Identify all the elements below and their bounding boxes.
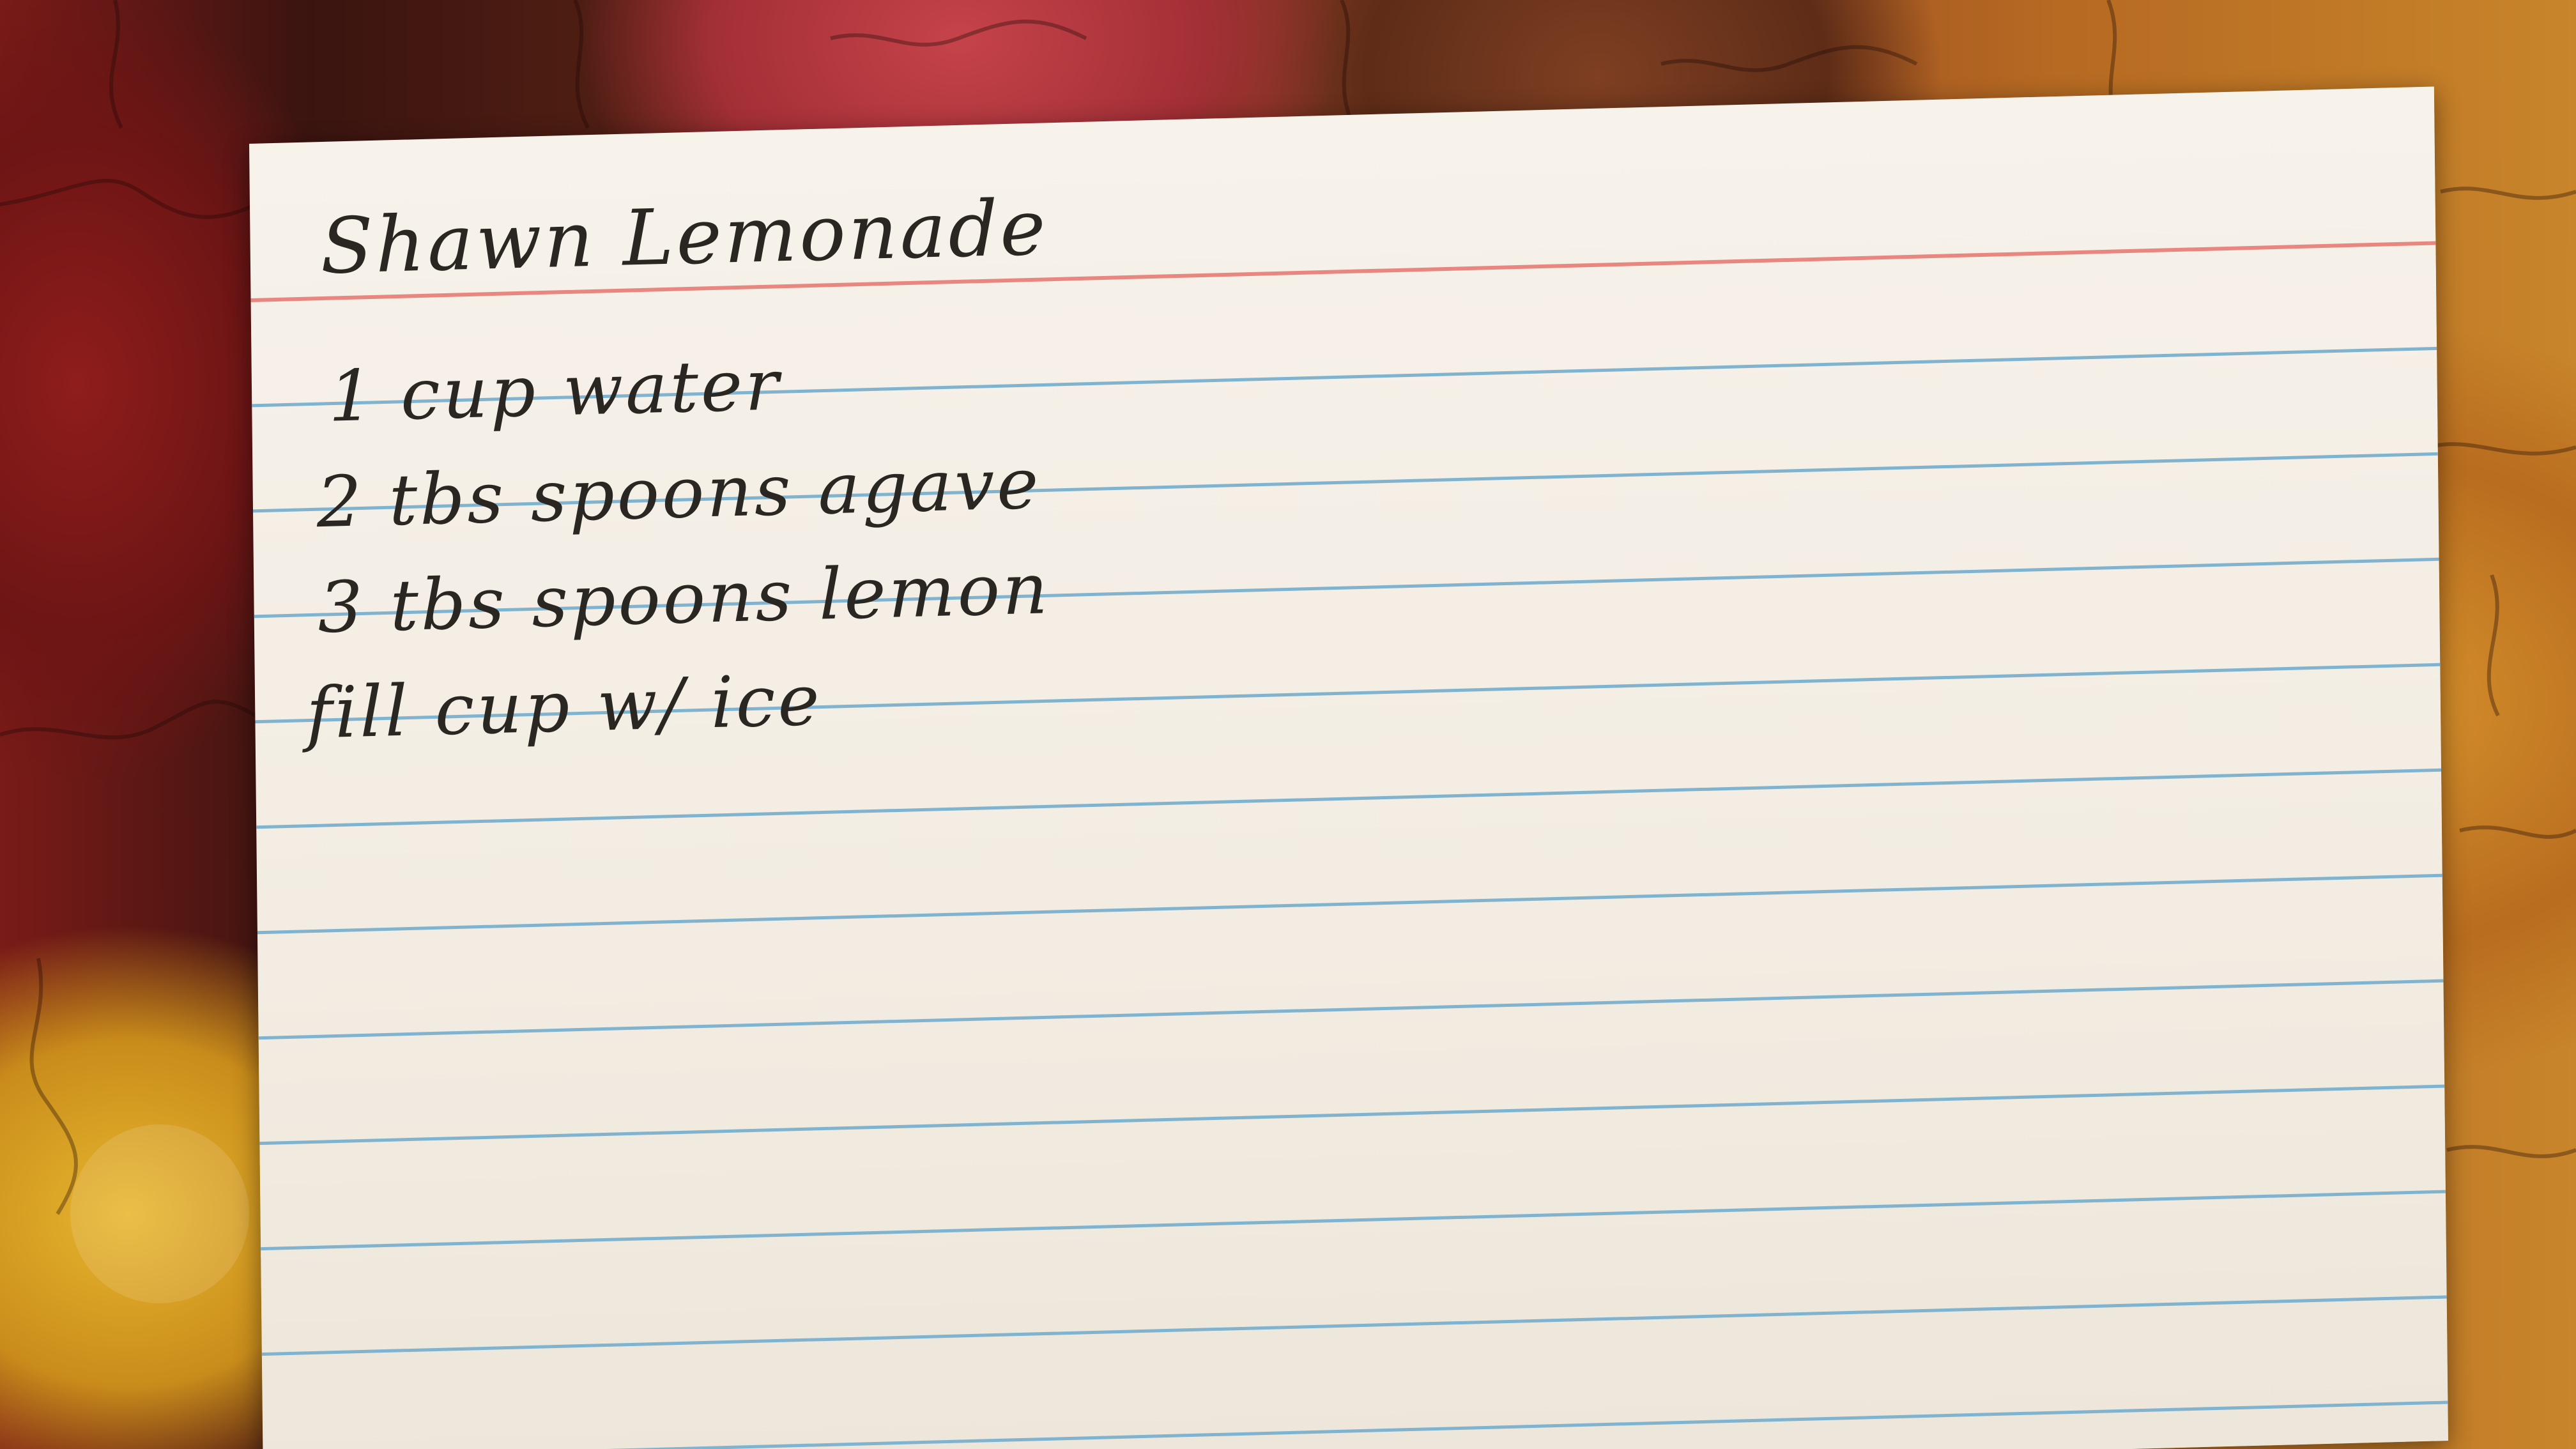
- ruled-line: [263, 1400, 2448, 1449]
- ruled-line: [256, 768, 2442, 829]
- ruled-line: [261, 1190, 2446, 1251]
- index-card: Shawn Lemonade 1 cup water 2 tbs spoons …: [249, 86, 2449, 1449]
- ruled-line: [257, 873, 2442, 935]
- ruled-line: [259, 1084, 2445, 1146]
- ruled-line: [258, 979, 2444, 1040]
- recipe-line: 1 cup water: [328, 344, 782, 438]
- ruled-line: [261, 1295, 2447, 1356]
- photo-scene: Shawn Lemonade 1 cup water 2 tbs spoons …: [0, 0, 2576, 1449]
- card-ruling: [250, 241, 2448, 1449]
- recipe-line: fill cup w/ ice: [305, 659, 823, 755]
